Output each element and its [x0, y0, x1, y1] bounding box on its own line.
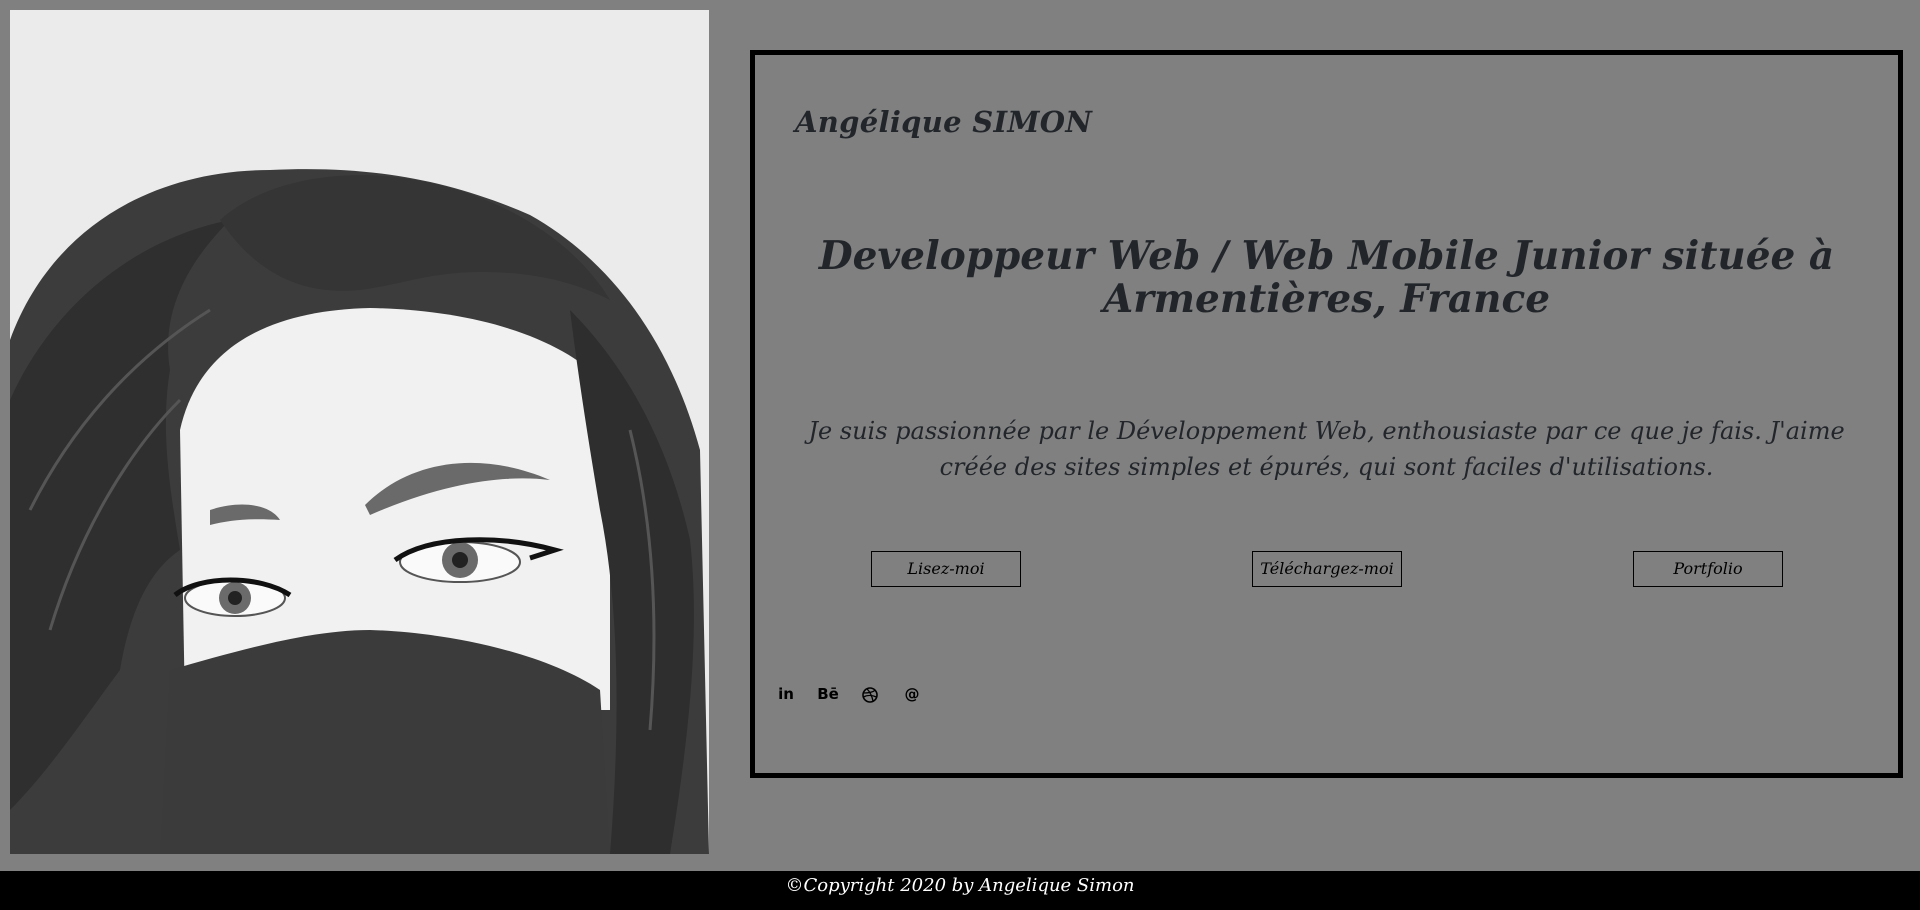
page: Angélique SIMON Developpeur Web / Web Mo…	[0, 0, 1920, 910]
email-icon[interactable]: @	[901, 683, 923, 705]
intro-card: Angélique SIMON Developpeur Web / Web Mo…	[750, 50, 1903, 778]
behance-icon[interactable]: Bē	[817, 683, 839, 705]
readme-button[interactable]: Lisez-moi	[871, 551, 1021, 587]
dribbble-icon-svg	[862, 686, 878, 703]
dribbble-icon[interactable]	[859, 683, 881, 705]
footer-copyright: ©Copyright 2020 by Angelique Simon	[785, 875, 1135, 896]
portrait-illustration	[10, 10, 709, 854]
intro-text: Je suis passionnée par le Développement …	[808, 417, 1845, 481]
download-button[interactable]: Téléchargez-moi	[1252, 551, 1402, 587]
headline: Developpeur Web / Web Mobile Junior situ…	[818, 233, 1835, 322]
linkedin-icon[interactable]: in	[775, 683, 797, 705]
portrait-svg	[10, 10, 709, 854]
brand-name: Angélique SIMON	[795, 105, 1093, 139]
portfolio-button[interactable]: Portfolio	[1633, 551, 1783, 587]
footer: ©Copyright 2020 by Angelique Simon	[0, 871, 1920, 910]
social-links: in Bē @	[775, 683, 923, 705]
